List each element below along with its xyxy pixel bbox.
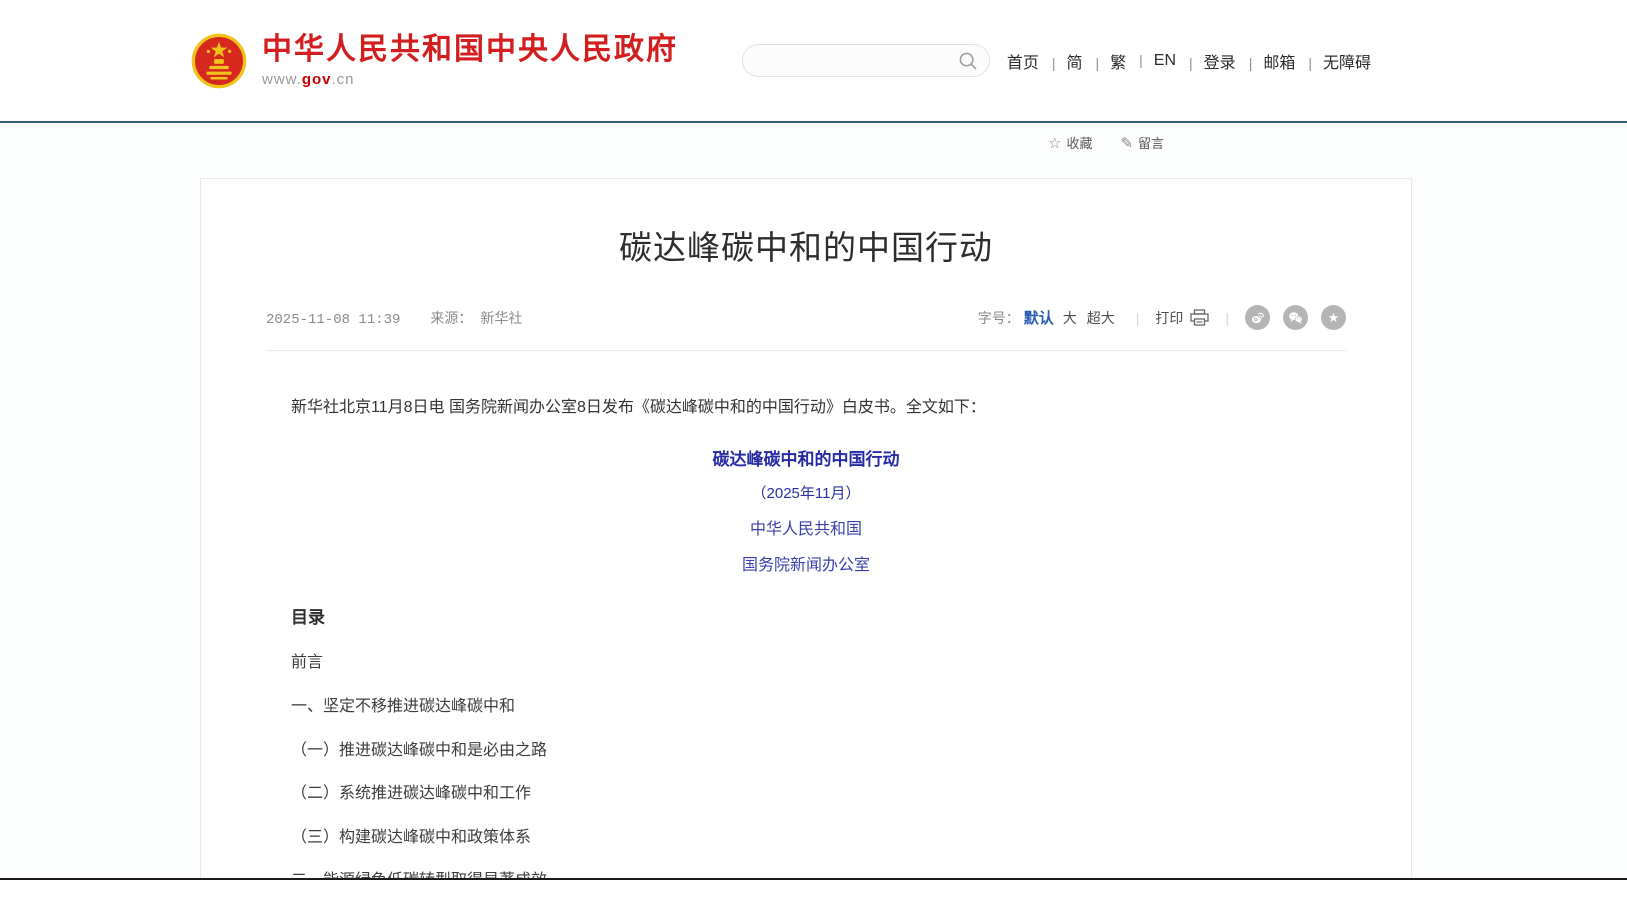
area-below-window (0, 880, 1627, 915)
nav-simplified[interactable]: 简 (1040, 49, 1084, 73)
nav-english[interactable]: EN (1127, 52, 1177, 70)
star-icon: ☆ (1048, 134, 1061, 152)
fontsize-large-button[interactable]: 大 (1063, 308, 1077, 328)
article-card: 碳达峰碳中和的中国行动 2025-11-08 11:39 来源： 新华社 字号：… (200, 178, 1412, 878)
article-meta-row: 2025-11-08 11:39 来源： 新华社 字号： 默认 大 超大 | 打… (266, 305, 1346, 351)
toc-heading: 目录 (291, 603, 1321, 628)
toc-item-1-1: （一）推进碳达峰碳中和是必由之路 (291, 742, 1321, 760)
source-value[interactable]: 新华社 (480, 308, 522, 328)
favorite-label: 收藏 (1066, 133, 1092, 152)
doc-title: 碳达峰碳中和的中国行动 (291, 445, 1321, 470)
meta-separator: | (1225, 310, 1229, 326)
meta-separator: | (1136, 310, 1140, 326)
article-body: 新华社北京11月8日电 国务院新闻办公室8日发布《碳达峰碳中和的中国行动》白皮书… (201, 395, 1411, 878)
nav-login[interactable]: 登录 (1177, 49, 1237, 73)
top-nav: 首页 简 繁 EN 登录 邮箱 无障碍 (1006, 49, 1372, 73)
url-gov: gov (302, 71, 332, 88)
message-button[interactable]: ✎ 留言 (1120, 133, 1164, 152)
site-logo[interactable]: 中华人民共和国中央人民政府 www.gov.cn (190, 32, 678, 90)
wechat-icon[interactable] (1283, 305, 1308, 330)
favorite-button[interactable]: ☆ 收藏 (1048, 133, 1092, 152)
doc-org-line1: 中华人民共和国 (291, 515, 1321, 539)
weibo-icon[interactable] (1245, 305, 1270, 330)
site-url: www.gov.cn (262, 71, 678, 88)
toc-item-preface: 前言 (291, 654, 1321, 672)
search-icon[interactable] (958, 51, 978, 71)
browser-viewport: 中华人民共和国中央人民政府 www.gov.cn 首页 简 繁 EN (0, 0, 1627, 878)
article-intro: 新华社北京11月8日电 国务院新闻办公室8日发布《碳达峰碳中和的中国行动》白皮书… (291, 395, 1321, 421)
toc-item-1-2: （二）系统推进碳达峰碳中和工作 (291, 785, 1321, 803)
site-header: 中华人民共和国中央人民政府 www.gov.cn 首页 简 繁 EN (0, 0, 1627, 123)
toc-item-1-3: （三）构建碳达峰碳中和政策体系 (291, 829, 1321, 847)
pencil-icon: ✎ (1120, 134, 1133, 152)
doc-date: （2025年11月） (291, 482, 1321, 503)
fontsize-label: 字号： (978, 308, 1020, 328)
nav-accessibility[interactable]: 无障碍 (1296, 49, 1372, 73)
nav-traditional[interactable]: 繁 (1084, 49, 1128, 73)
share-group: ★ (1245, 305, 1346, 330)
nav-mail[interactable]: 邮箱 (1237, 49, 1297, 73)
print-label: 打印 (1155, 308, 1183, 328)
nav-home[interactable]: 首页 (1006, 49, 1040, 73)
national-emblem-icon (190, 32, 248, 90)
site-title: 中华人民共和国中央人民政府 (262, 33, 678, 68)
toc-item-1: 一、坚定不移推进碳达峰碳中和 (291, 698, 1321, 716)
print-button[interactable]: 打印 (1155, 308, 1209, 328)
fontsize-xlarge-button[interactable]: 超大 (1087, 308, 1115, 328)
message-label: 留言 (1138, 133, 1164, 152)
doc-org-line2: 国务院新闻办公室 (291, 551, 1321, 575)
article-title: 碳达峰碳中和的中国行动 (201, 221, 1411, 269)
quickbar: ☆ 收藏 ✎ 留言 (1048, 133, 1164, 152)
url-www: www. (262, 71, 302, 88)
share-star-glyph: ★ (1328, 311, 1340, 324)
search-box[interactable] (742, 44, 990, 77)
printer-icon (1190, 309, 1209, 326)
fontsize-default-button[interactable]: 默认 (1024, 307, 1054, 328)
publish-date: 2025-11-08 11:39 (266, 312, 400, 328)
source-label: 来源： (430, 308, 472, 328)
search-input[interactable] (759, 53, 958, 69)
url-cn: .cn (332, 71, 355, 88)
qzone-icon[interactable]: ★ (1321, 305, 1346, 330)
page-background: ☆ 收藏 ✎ 留言 碳达峰碳中和的中国行动 2025-11-08 11:39 来… (0, 125, 1627, 878)
